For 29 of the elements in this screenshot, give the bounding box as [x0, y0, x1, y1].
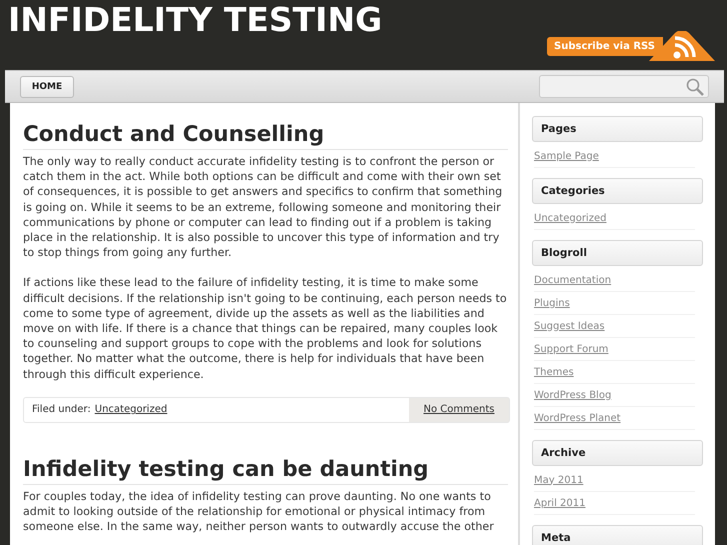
widget-heading: Blogroll — [532, 240, 703, 266]
comments-link[interactable]: No Comments — [409, 398, 509, 422]
post-paragraph: The only way to really conduct accurate infidelity testing is to confront the person or catch them in the act. While both options can be difficult and come with their own set of consequences, it is possible to get answers and specifics to confirm that something is going on. While it seems to be an extreme, following someone and monitoring their communications by phone or computer can lead to finding out if a problem is taking place in the relationship. It is also possible to uncover this type of information and try to stop things from going any further. — [23, 154, 504, 260]
sidebar-link[interactable]: Support Forum — [534, 344, 608, 354]
search-field[interactable] — [539, 75, 709, 98]
post-title[interactable]: Conduct and Counselling — [23, 121, 508, 150]
search-icon[interactable] — [686, 78, 704, 96]
post-paragraph: For couples today, the idea of infidelity testing can prove daunting. No one wants to admit to looking outside of the relationship for emotional or physical intimacy from someone else. In the same way, neither person wants to outwardly accuse the other — [23, 488, 495, 534]
sidebar-link[interactable]: Sample Page — [534, 150, 599, 162]
filed-label: Filed under: — [32, 404, 91, 416]
post-paragraph: If actions like these lead to the failure of infidelity testing, it is time to make some difficult decisions. If the relationship isn't going to be continuing, each person needs to come to some type of agreement, divide up the assets as well as the liabilities and move on with life. If there is a chance that things can be repaired, many couples look to counseling and support groups to cope with the problems and look for solutions together. No matter what the outcome, there is help for individuals that have been through this difficult experience. — [23, 275, 508, 382]
sidebar-link[interactable]: May 2011 — [534, 474, 584, 486]
sidebar-link[interactable]: Themes — [534, 366, 574, 378]
widget-heading: Archive — [532, 440, 703, 466]
site-title[interactable]: INFIDELITY TESTING — [0, 0, 382, 40]
widget-heading: Meta — [532, 525, 703, 545]
rss-link[interactable]: Subscribe via RSS — [547, 37, 663, 56]
nav-button[interactable]: HOME — [20, 76, 74, 98]
sidebar-link[interactable]: WordPress Planet — [534, 412, 621, 424]
sidebar-link[interactable]: Plugins — [534, 298, 570, 308]
widget-heading: Pages — [532, 116, 703, 142]
sidebar-link[interactable]: April 2011 — [534, 498, 586, 508]
sidebar-link[interactable]: Documentation — [534, 274, 612, 286]
sidebar-link[interactable]: Uncategorized — [534, 212, 606, 224]
sidebar-link[interactable]: Suggest Ideas — [534, 320, 605, 332]
sidebar-link[interactable]: WordPress Blog — [534, 390, 612, 400]
widget-heading: Categories — [532, 178, 703, 204]
category-link[interactable]: Uncategorized — [94, 404, 168, 416]
post-title[interactable]: Infidelity testing can be daunting — [23, 456, 508, 485]
